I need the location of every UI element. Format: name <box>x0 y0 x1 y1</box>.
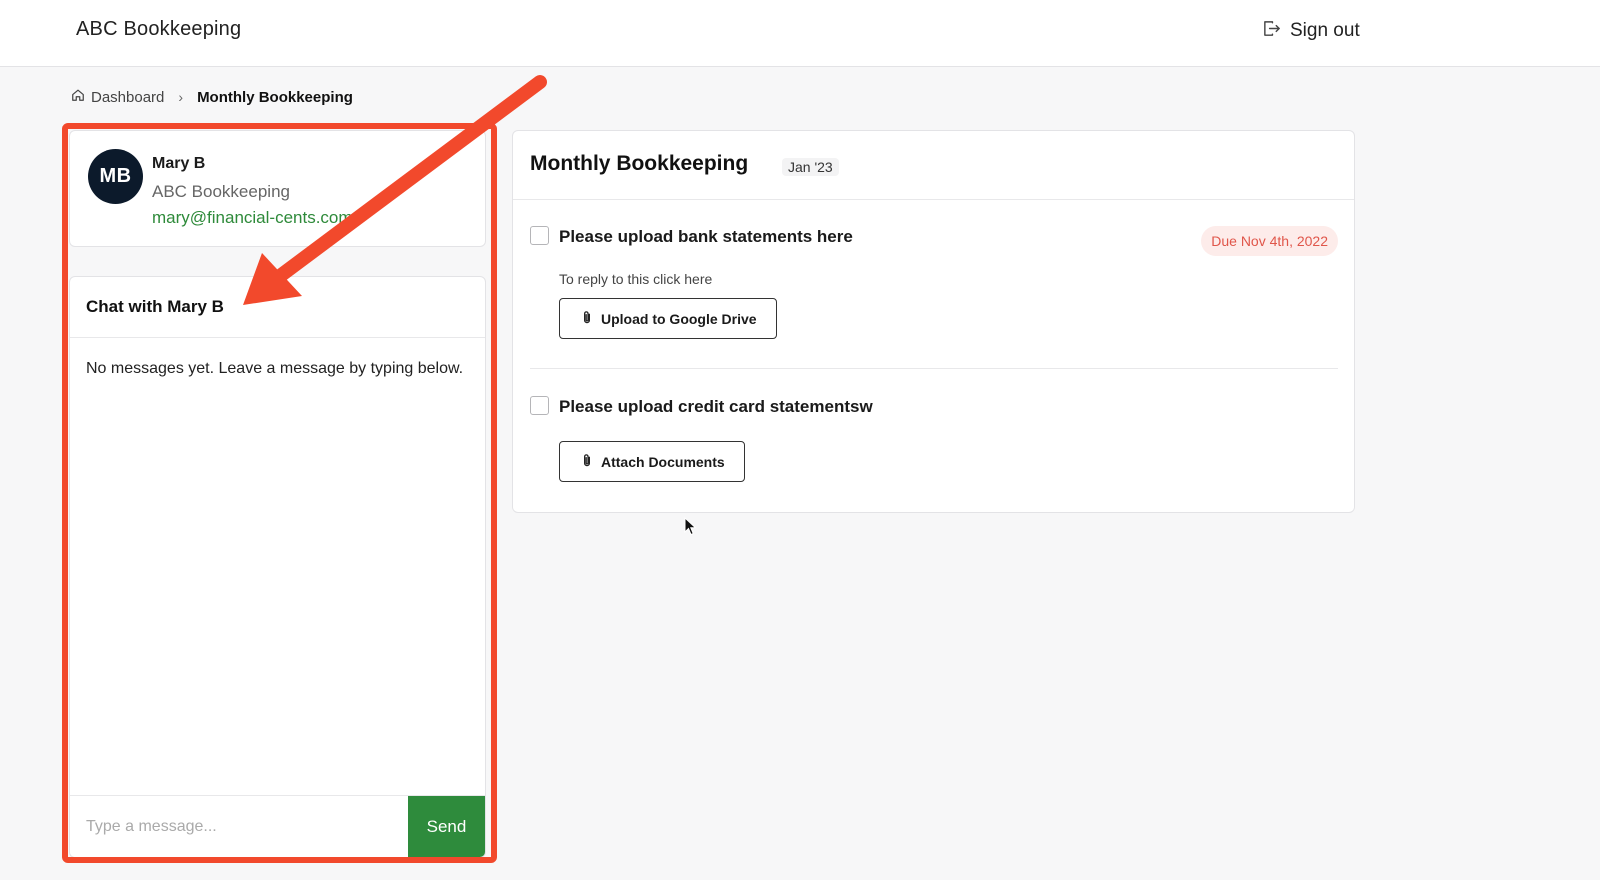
sign-out-icon <box>1262 19 1281 44</box>
contact-company: ABC Bookkeeping <box>152 182 290 201</box>
top-bar: ABC Bookkeeping Sign out <box>0 0 1600 67</box>
task-label: Please upload bank statements here <box>559 227 853 246</box>
paperclip-icon <box>580 453 594 471</box>
sign-out-label: Sign out <box>1290 20 1360 41</box>
mouse-cursor-icon <box>684 517 697 536</box>
task-item: Please upload bank statements here Due N… <box>530 226 1338 369</box>
attach-documents-label: Attach Documents <box>601 453 725 470</box>
avatar: MB <box>88 149 143 204</box>
task-label: Please upload credit card statementsw <box>559 397 873 416</box>
task-checkbox[interactable] <box>530 226 549 245</box>
message-input[interactable] <box>70 796 408 857</box>
contact-name: Mary B <box>152 155 206 172</box>
attach-documents-button[interactable]: Attach Documents <box>559 441 745 482</box>
tasks-panel: Monthly Bookkeeping Jan '23 Please uploa… <box>512 130 1355 513</box>
brand-name: ABC Bookkeeping <box>76 18 242 40</box>
reply-hint-link[interactable]: To reply to this click here <box>559 271 712 287</box>
contact-email-link[interactable]: mary@financial-cents.com <box>152 208 353 228</box>
chevron-right-icon: › <box>178 89 184 105</box>
tasks-title: Monthly Bookkeeping <box>530 152 749 175</box>
home-icon <box>71 88 85 106</box>
tasks-header: Monthly Bookkeeping Jan '23 <box>513 131 1354 200</box>
chat-panel: Chat with Mary B No messages yet. Leave … <box>69 276 486 858</box>
upload-to-google-drive-label: Upload to Google Drive <box>601 310 757 327</box>
breadcrumb-dashboard-label: Dashboard <box>91 88 165 106</box>
chat-composer: Send <box>70 795 485 857</box>
chat-title: Chat with Mary B <box>86 297 224 316</box>
paperclip-icon <box>580 310 594 328</box>
breadcrumb: Dashboard › Monthly Bookkeeping <box>71 86 353 108</box>
breadcrumb-current: Monthly Bookkeeping <box>197 88 353 106</box>
chat-header: Chat with Mary B <box>70 277 485 338</box>
breadcrumb-dashboard-link[interactable]: Dashboard <box>71 88 164 106</box>
task-checkbox[interactable] <box>530 396 549 415</box>
chat-empty-message: No messages yet. Leave a message by typi… <box>86 360 464 377</box>
period-badge: Jan '23 <box>782 158 839 176</box>
contact-card: MB Mary B ABC Bookkeeping mary@financial… <box>69 130 486 247</box>
send-button[interactable]: Send <box>408 796 485 857</box>
sign-out-button[interactable]: Sign out <box>1262 17 1360 45</box>
due-date-badge: Due Nov 4th, 2022 <box>1201 226 1338 256</box>
upload-to-google-drive-button[interactable]: Upload to Google Drive <box>559 298 777 339</box>
task-item: Please upload credit card statementsw At… <box>530 396 1338 496</box>
